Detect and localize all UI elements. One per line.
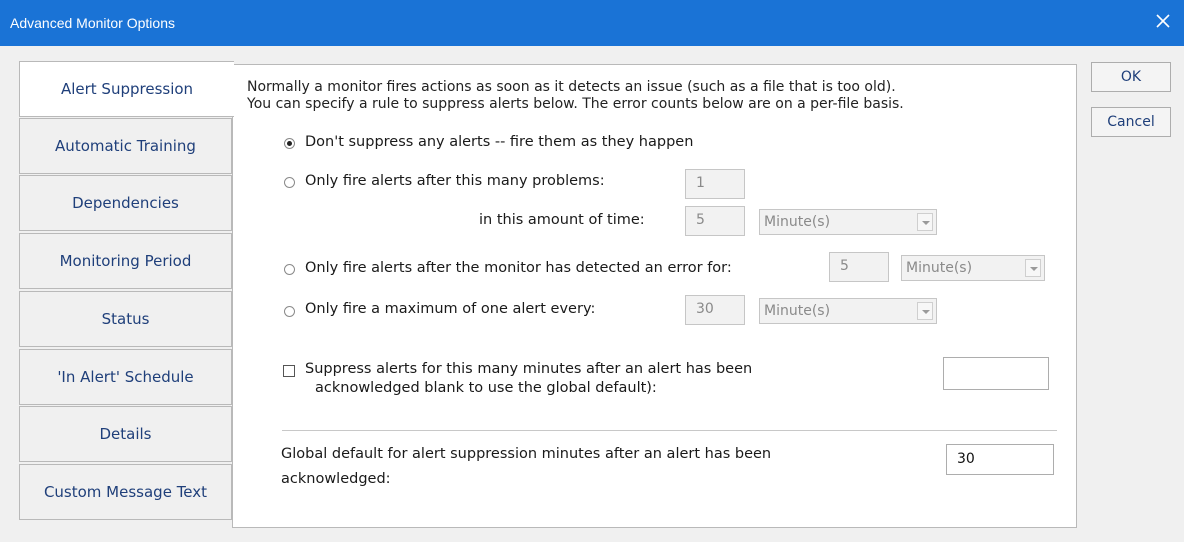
time-amount-input[interactable]: 5: [685, 206, 745, 236]
chevron-down-icon: [1025, 259, 1041, 277]
tab-label: Alert Suppression: [60, 80, 194, 98]
problem-count-input[interactable]: 1: [685, 169, 745, 199]
time-unit-select[interactable]: Minute(s): [759, 209, 937, 235]
tab-label: 'In Alert' Schedule: [57, 368, 194, 386]
label-suppress-ack-line2: acknowledged blank to use the global def…: [315, 380, 657, 396]
error-duration-input[interactable]: 5: [829, 252, 889, 282]
cancel-button[interactable]: Cancel: [1091, 107, 1171, 137]
label-global-default-line2: acknowledged:: [281, 471, 391, 487]
radio-after-problems[interactable]: [284, 177, 295, 188]
tab-label: Dependencies: [72, 194, 179, 212]
tab-automatic-training[interactable]: Automatic Training: [19, 118, 232, 174]
tab-dependencies[interactable]: Dependencies: [19, 175, 232, 231]
description-line-1: Normally a monitor fires actions as soon…: [247, 79, 896, 95]
tab-custom-message-text[interactable]: Custom Message Text: [19, 464, 232, 520]
label-suppress-ack-line1: Suppress alerts for this many minutes af…: [305, 361, 753, 377]
description: Normally a monitor fires actions as soon…: [247, 79, 904, 113]
tab-label: Custom Message Text: [43, 483, 208, 501]
label-after-problems: Only fire alerts after this many problem…: [305, 173, 605, 189]
label-time-amount: in this amount of time:: [479, 212, 645, 228]
label-global-default-line1: Global default for alert suppression min…: [281, 446, 772, 462]
max-one-unit-value: Minute(s): [764, 303, 831, 319]
duration-unit-select[interactable]: Minute(s): [901, 255, 1045, 281]
time-unit-value: Minute(s): [764, 214, 831, 230]
radio-no-suppression[interactable]: [284, 138, 295, 149]
tab-label: Automatic Training: [55, 137, 196, 155]
label-after-duration: Only fire alerts after the monitor has d…: [305, 260, 732, 276]
tab-in-alert-schedule[interactable]: 'In Alert' Schedule: [19, 349, 232, 405]
duration-unit-value: Minute(s): [906, 260, 973, 276]
suppress-ack-checkbox[interactable]: [283, 365, 295, 377]
tab-label: Details: [99, 425, 152, 443]
tab-status[interactable]: Status: [19, 291, 232, 347]
tab-details[interactable]: Details: [19, 406, 232, 462]
suppress-ack-minutes-input[interactable]: [943, 357, 1049, 390]
global-default-minutes-input[interactable]: 30: [946, 444, 1054, 475]
radio-max-one-alert[interactable]: [284, 306, 295, 317]
alert-suppression-panel: Normally a monitor fires actions as soon…: [232, 64, 1077, 528]
tab-monitoring-period[interactable]: Monitoring Period: [19, 233, 232, 289]
label-max-one-alert: Only fire a maximum of one alert every:: [305, 301, 596, 317]
divider: [282, 430, 1057, 431]
window-title: Advanced Monitor Options: [10, 15, 175, 31]
title-bar: Advanced Monitor Options: [0, 0, 1184, 46]
tab-label: Status: [101, 310, 150, 328]
max-one-interval-input[interactable]: 30: [685, 295, 745, 325]
ok-button[interactable]: OK: [1091, 62, 1171, 92]
chevron-down-icon: [917, 302, 933, 320]
description-line-2: You can specify a rule to suppress alert…: [247, 96, 904, 112]
label-no-suppression: Don't suppress any alerts -- fire them a…: [305, 134, 694, 150]
close-icon[interactable]: [1152, 10, 1174, 32]
max-one-unit-select[interactable]: Minute(s): [759, 298, 937, 324]
tab-alert-suppression[interactable]: Alert Suppression: [19, 61, 234, 117]
tab-label: Monitoring Period: [59, 252, 192, 270]
chevron-down-icon: [917, 213, 933, 231]
radio-after-duration[interactable]: [284, 264, 295, 275]
